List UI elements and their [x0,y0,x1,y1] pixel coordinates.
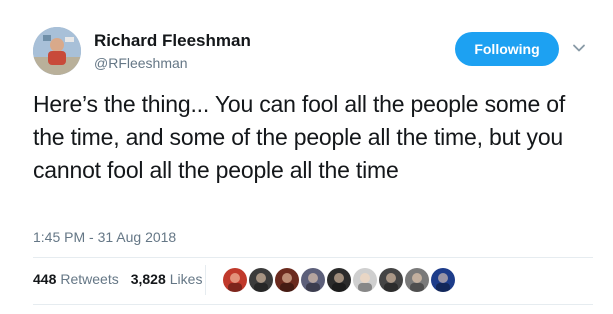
tweet-stats: 448 Retweets 3,828 Likes [33,271,214,287]
liker-avatar[interactable] [431,268,455,292]
likes-stat[interactable]: 3,828 Likes [131,271,203,287]
author-name[interactable]: Richard Fleeshman [94,31,251,51]
author-avatar[interactable] [33,27,81,75]
tweet-text: Here’s the thing... You can fool all the… [33,91,566,183]
liker-avatar[interactable] [327,268,351,292]
retweets-label: Retweets [60,271,119,287]
avatar-image [33,27,81,75]
liker-avatar[interactable] [353,268,377,292]
liker-avatar[interactable] [223,268,247,292]
likes-label: Likes [169,271,203,287]
tweet-card: Richard Fleeshman @RFleeshman Following … [0,0,613,314]
divider [33,257,593,258]
liker-avatar[interactable] [275,268,299,292]
liker-avatar[interactable] [379,268,403,292]
following-button[interactable]: Following [455,32,559,66]
retweets-count: 448 [33,271,57,287]
divider [33,304,593,305]
retweets-stat[interactable]: 448 Retweets [33,271,119,287]
tweet-timestamp[interactable]: 1:45 PM - 31 Aug 2018 [33,229,176,245]
chevron-down-icon[interactable] [572,41,586,55]
liker-avatar[interactable] [301,268,325,292]
liked-by-avatars [223,268,457,292]
author-handle[interactable]: @RFleeshman [94,55,188,71]
stats-separator [205,265,206,295]
liker-avatar[interactable] [405,268,429,292]
liker-avatar[interactable] [249,268,273,292]
likes-count: 3,828 [130,271,166,287]
